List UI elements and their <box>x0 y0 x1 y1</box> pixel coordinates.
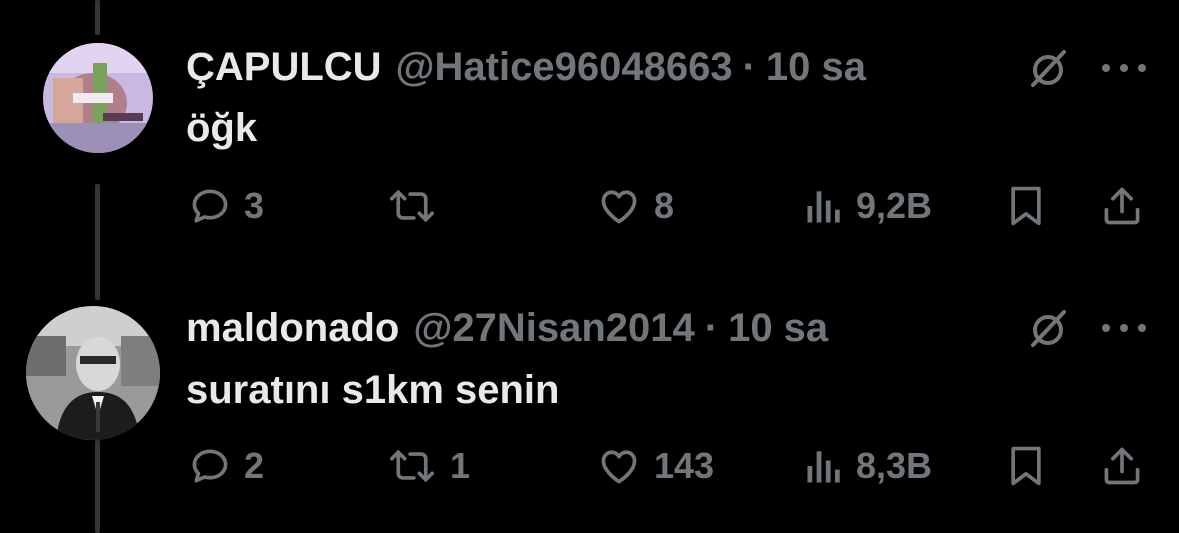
retweet-icon <box>386 184 438 228</box>
grok-icon[interactable] <box>1024 304 1072 352</box>
share-icon <box>1100 184 1144 228</box>
share-button[interactable] <box>1100 442 1144 490</box>
views-button[interactable]: 9,2B <box>804 182 932 230</box>
reply-button[interactable]: 3 <box>188 182 264 230</box>
display-name[interactable]: maldonado <box>186 304 399 352</box>
timestamp[interactable]: 10 sa <box>766 43 866 91</box>
retweet-button[interactable]: 1 <box>386 442 470 490</box>
tweet-header: ÇAPULCU @Hatice96048663 · 10 sa <box>186 43 866 91</box>
reply-count: 2 <box>244 445 265 486</box>
bookmark-icon <box>1006 184 1046 228</box>
display-name[interactable]: ÇAPULCU <box>186 43 382 91</box>
user-handle[interactable]: @Hatice96048663 <box>396 43 733 91</box>
views-count: 8,3B <box>856 445 933 486</box>
share-button[interactable] <box>1100 182 1144 230</box>
reply-button[interactable]: 2 <box>188 442 264 490</box>
like-button[interactable]: 143 <box>596 442 714 490</box>
grok-icon[interactable] <box>1024 44 1072 92</box>
more-icon[interactable] <box>1098 318 1150 338</box>
like-count: 8 <box>654 185 675 226</box>
separator-dot: · <box>704 306 719 350</box>
separator-dot: · <box>742 45 756 89</box>
heart-icon <box>596 184 642 228</box>
bookmark-icon <box>1006 444 1046 488</box>
bookmark-button[interactable] <box>1006 442 1046 490</box>
retweet-count: 1 <box>450 445 471 486</box>
tweet[interactable]: maldonado @27Nisan2014 · 10 sa suratını … <box>0 260 1179 533</box>
reply-icon <box>188 444 232 488</box>
share-icon <box>1100 444 1144 488</box>
tweet-text: suratını s1km senin <box>186 368 560 412</box>
views-button[interactable]: 8,3B <box>804 442 932 490</box>
views-count: 9,2B <box>856 185 933 226</box>
retweet-button[interactable] <box>386 182 450 230</box>
like-count: 143 <box>654 445 715 486</box>
retweet-icon <box>386 444 438 488</box>
tweet-header: maldonado @27Nisan2014 · 10 sa <box>186 304 828 352</box>
reply-icon <box>188 184 232 228</box>
tweet[interactable]: ÇAPULCU @Hatice96048663 · 10 sa öğk 3 8 … <box>0 0 1179 260</box>
like-button[interactable]: 8 <box>596 182 674 230</box>
bookmark-button[interactable] <box>1006 182 1046 230</box>
avatar[interactable] <box>43 43 153 153</box>
reply-count: 3 <box>244 185 265 226</box>
tweet-text: öğk <box>186 106 258 150</box>
more-icon[interactable] <box>1098 58 1150 78</box>
user-handle[interactable]: @27Nisan2014 <box>413 304 694 352</box>
views-icon <box>804 444 844 488</box>
views-icon <box>804 184 844 228</box>
timestamp[interactable]: 10 sa <box>728 304 828 352</box>
avatar[interactable] <box>26 306 160 440</box>
heart-icon <box>596 444 642 488</box>
